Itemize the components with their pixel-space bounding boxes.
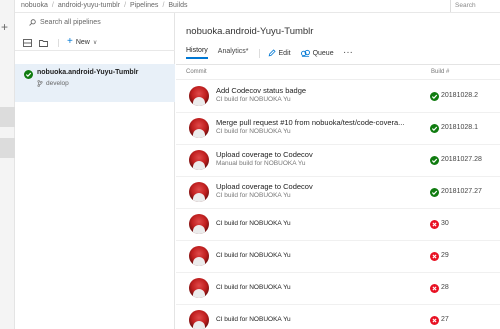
build-row[interactable]: Merge pull request #10 from nobuoka/test… — [176, 113, 500, 145]
pipelines-panel: Search all pipelines + New ∨ nobuoka.and… — [15, 13, 175, 329]
build-message[interactable]: Upload coverage to Codecov — [216, 150, 313, 159]
build-row[interactable]: CI build for NOBUOKA Yu 27 — [176, 305, 500, 329]
header-divider — [176, 79, 500, 80]
plus-icon: + — [67, 36, 73, 47]
build-message[interactable]: CI build for NOBUOKA Yu — [216, 252, 291, 259]
search-box[interactable]: Search — [450, 0, 500, 12]
avatar — [189, 118, 209, 138]
build-row[interactable]: CI build for NOBUOKA Yu 29 — [176, 241, 500, 273]
build-number[interactable]: 20181028.2 — [441, 92, 478, 99]
tab-history[interactable]: History — [186, 47, 208, 59]
pipelines-toolbar: + New ∨ — [15, 35, 175, 51]
pipeline-search-placeholder: Search all pipelines — [40, 19, 101, 26]
breadcrumb-builds[interactable]: Builds — [168, 2, 187, 9]
breadcrumb: nobuoka / android-yuyu-tumblr / Pipeline… — [21, 2, 188, 9]
branch-icon — [37, 80, 43, 87]
build-number[interactable]: 29 — [441, 252, 449, 259]
build-number[interactable]: 20181027.28 — [441, 156, 482, 163]
tab-divider — [258, 48, 260, 58]
build-message[interactable]: Upload coverage to Codecov — [216, 182, 313, 191]
build-message[interactable]: CI build for NOBUOKA Yu — [216, 316, 291, 323]
pipeline-branch: develop — [37, 80, 69, 87]
avatar — [189, 182, 209, 202]
build-message[interactable]: CI build for NOBUOKA Yu — [216, 284, 291, 291]
more-actions-icon[interactable]: ··· — [344, 50, 354, 57]
page-title: nobuoka.android-Yuyu-Tumblr — [186, 26, 314, 37]
edit-button[interactable]: Edit — [268, 49, 291, 57]
build-message[interactable]: Merge pull request #10 from nobuoka/test… — [216, 118, 404, 127]
breadcrumb-org[interactable]: nobuoka — [21, 2, 48, 9]
failure-icon — [430, 252, 439, 263]
queue-button[interactable]: Queue — [300, 49, 334, 57]
avatar — [189, 246, 209, 266]
column-header-commit: Commit — [186, 69, 207, 75]
build-row[interactable]: Upload coverage to Codecov CI build for N… — [176, 177, 500, 209]
failure-icon — [430, 220, 439, 231]
tab-underline — [176, 64, 500, 65]
build-row[interactable]: Upload coverage to Codecov Manual build f… — [176, 145, 500, 177]
build-reason: CI build for NOBUOKA Yu — [216, 96, 291, 103]
edit-label: Edit — [278, 49, 291, 57]
build-row[interactable]: Add Codecov status badge CI build for NOB… — [176, 81, 500, 113]
build-number[interactable]: 30 — [441, 220, 449, 227]
queue-icon — [300, 49, 310, 57]
build-message[interactable]: CI build for NOBUOKA Yu — [216, 220, 291, 227]
avatar — [189, 150, 209, 170]
queue-label: Queue — [312, 49, 334, 57]
tab-bar: History Analytics* Edit Queue ··· — [186, 47, 354, 59]
build-number[interactable]: 28 — [441, 284, 449, 291]
add-icon[interactable]: + — [1, 21, 8, 33]
build-reason: CI build for NOBUOKA Yu — [216, 128, 291, 135]
column-header-build: Build # — [431, 69, 450, 75]
build-row[interactable]: CI build for NOBUOKA Yu 28 — [176, 273, 500, 305]
success-icon — [430, 188, 439, 199]
avatar — [189, 278, 209, 298]
avatar — [189, 310, 209, 329]
breadcrumb-project[interactable]: android-yuyu-tumblr — [58, 2, 120, 9]
pipeline-item[interactable]: nobuoka.android-Yuyu-Tumblr develop — [15, 64, 175, 102]
list-view-icon[interactable] — [23, 39, 32, 47]
pipeline-name: nobuoka.android-Yuyu-Tumblr — [37, 69, 139, 76]
branch-name: develop — [46, 80, 69, 87]
rail-item[interactable] — [0, 107, 15, 127]
build-number[interactable]: 27 — [441, 316, 449, 323]
breadcrumb-pipelines[interactable]: Pipelines — [130, 2, 158, 9]
top-bar: nobuoka / android-yuyu-tumblr / Pipeline… — [15, 0, 500, 13]
main-content: nobuoka.android-Yuyu-Tumblr History Anal… — [176, 13, 500, 329]
build-reason: CI build for NOBUOKA Yu — [216, 192, 291, 199]
chevron-down-icon: ∨ — [92, 39, 98, 46]
failure-icon — [430, 316, 439, 327]
new-label: New — [75, 38, 90, 46]
pipeline-search[interactable]: Search all pipelines — [29, 19, 101, 26]
tab-analytics[interactable]: Analytics* — [218, 48, 249, 58]
failure-icon — [430, 284, 439, 295]
build-message[interactable]: Add Codecov status badge — [216, 86, 306, 95]
left-rail: + — [0, 0, 15, 329]
build-number[interactable]: 20181027.27 — [441, 188, 482, 195]
new-pipeline-button[interactable]: + New ∨ — [67, 37, 97, 47]
success-icon — [430, 92, 439, 103]
build-reason: Manual build for NOBUOKA Yu — [216, 160, 306, 167]
build-number[interactable]: 20181028.1 — [441, 124, 478, 131]
build-row[interactable]: CI build for NOBUOKA Yu 30 — [176, 209, 500, 241]
success-icon — [430, 124, 439, 135]
rail-item[interactable] — [0, 138, 15, 158]
avatar — [189, 86, 209, 106]
success-icon — [430, 156, 439, 167]
folder-view-icon[interactable] — [39, 39, 48, 47]
toolbar-divider — [58, 39, 59, 47]
avatar — [189, 214, 209, 234]
success-icon — [24, 70, 33, 79]
pencil-icon — [268, 49, 276, 57]
search-icon — [29, 19, 36, 26]
